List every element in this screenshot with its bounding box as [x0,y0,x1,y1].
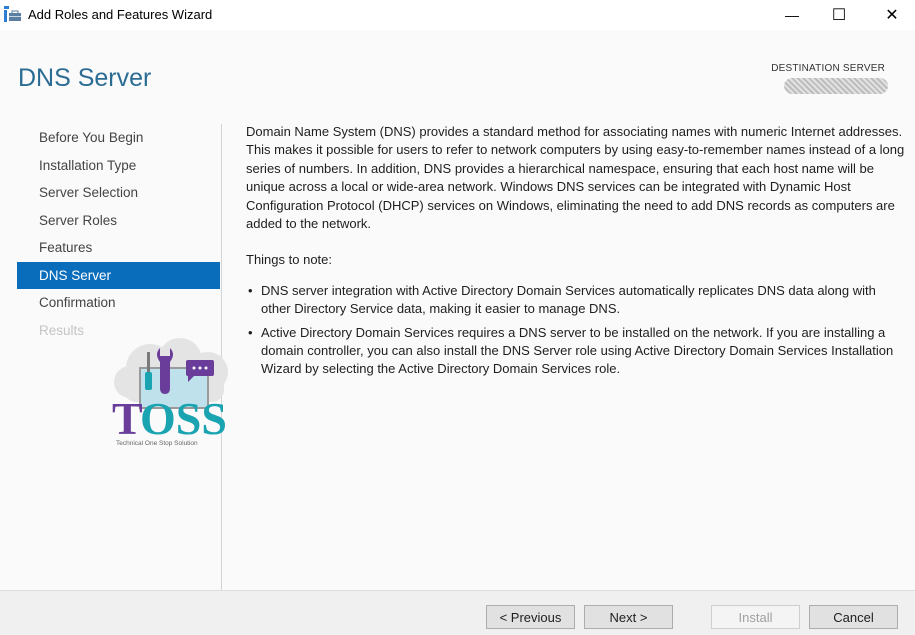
close-icon: ✕ [885,7,899,24]
minimize-button[interactable]: — [769,0,815,30]
nav-item-server-selection[interactable]: Server Selection [17,179,220,207]
wizard-footer: < Previous Next > Install Cancel [0,590,915,635]
nav-item-features[interactable]: Features [17,234,220,262]
destination-server-label: DESTINATION SERVER [771,63,885,74]
maximize-button[interactable]: ☐ [816,0,862,30]
wizard-body: DNS Server DESTINATION SERVER Before You… [0,30,915,596]
destination-server-value-redacted [784,78,888,94]
maximize-icon: ☐ [831,7,847,24]
toss-watermark-logo: T OSS Technical One Stop Solution [112,338,228,447]
page-title: DNS Server [18,64,152,92]
content-pane: Domain Name System (DNS) provides a stan… [246,123,906,384]
nav-item-confirmation[interactable]: Confirmation [17,289,220,317]
close-button[interactable]: ✕ [869,0,915,30]
note-item: DNS server integration with Active Direc… [246,282,906,319]
nav-item-server-roles[interactable]: Server Roles [17,207,220,235]
toss-text-t: T [112,393,143,444]
nav-item-dns-server[interactable]: DNS Server [17,261,220,289]
cancel-button[interactable]: Cancel [809,605,898,629]
title-bar: Add Roles and Features Wizard — ☐ ✕ [0,0,915,30]
previous-button[interactable]: < Previous [486,605,575,629]
nav-item-before-you-begin[interactable]: Before You Begin [17,124,220,152]
wizard-nav: Before You Begin Installation Type Serve… [17,124,220,344]
notes-list: DNS server integration with Active Direc… [246,282,906,379]
note-item: Active Directory Domain Services require… [246,324,906,379]
dns-description: Domain Name System (DNS) provides a stan… [246,124,905,232]
minimize-icon: — [785,7,799,23]
next-button[interactable]: Next > [584,605,673,629]
toss-text-oss: OSS [140,393,227,444]
window-title: Add Roles and Features Wizard [28,7,213,22]
notes-heading: Things to note: [246,252,332,268]
toss-tagline: Technical One Stop Solution [116,440,198,447]
server-manager-icon [4,6,21,22]
nav-item-installation-type[interactable]: Installation Type [17,152,220,180]
install-button: Install [711,605,800,629]
